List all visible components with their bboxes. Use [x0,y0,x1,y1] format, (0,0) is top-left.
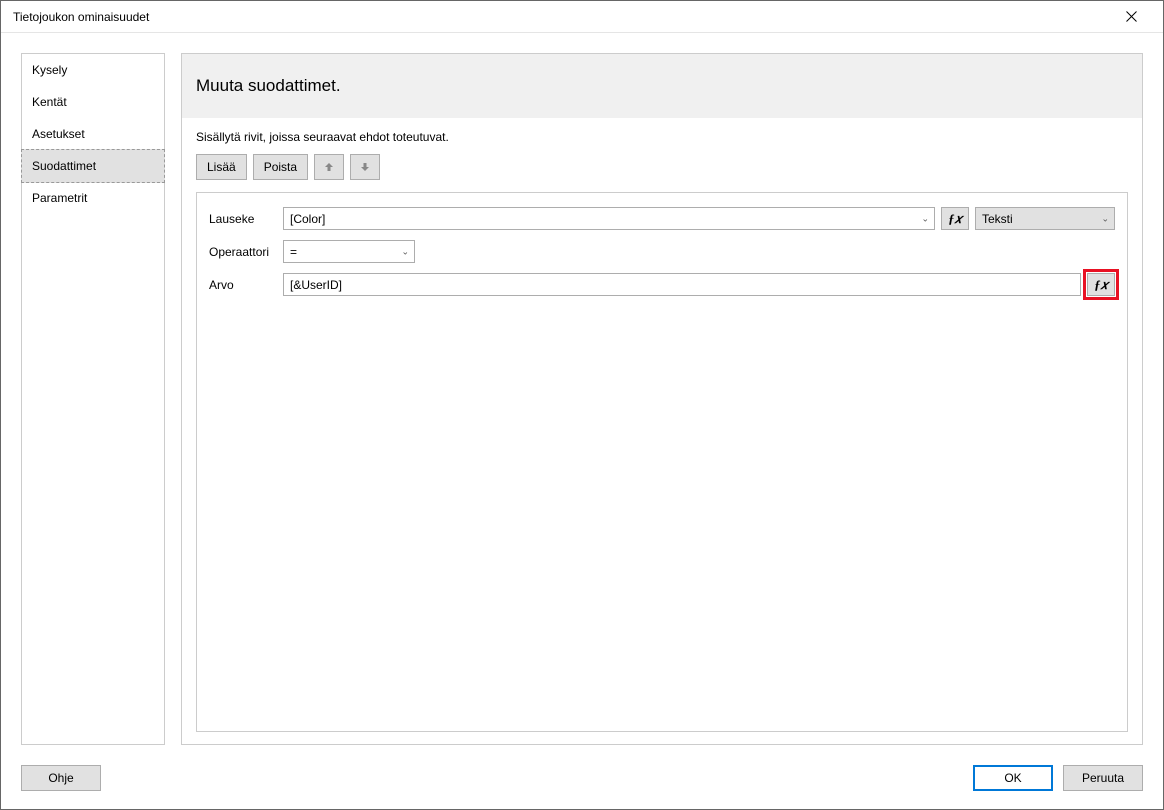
expression-row: Lauseke [Color] ⌄ ƒ𝑥 Teksti ⌄ [209,207,1115,230]
sidebar-item-filters[interactable]: Suodattimet [21,149,165,183]
expression-label: Lauseke [209,212,277,226]
cancel-button[interactable]: Peruuta [1063,765,1143,791]
operator-value: = [290,245,297,259]
help-button[interactable]: Ohje [21,765,101,791]
close-button[interactable] [1111,2,1151,32]
value-label: Arvo [209,278,277,292]
type-value: Teksti [982,212,1013,226]
arrow-down-icon [360,162,370,172]
dataset-properties-dialog: Tietojoukon ominaisuudet Kysely Kentät A… [0,0,1164,810]
chevron-down-icon: ⌄ [1101,213,1109,224]
move-up-button[interactable] [314,154,344,180]
expression-dropdown[interactable]: [Color] ⌄ [283,207,935,230]
operator-dropdown[interactable]: = ⌄ [283,240,415,263]
remove-button[interactable]: Poista [253,154,308,180]
sidebar-item-parameters[interactable]: Parametrit [22,182,164,214]
sidebar-item-fields[interactable]: Kentät [22,86,164,118]
chevron-down-icon: ⌄ [921,213,929,224]
sidebar-item-options[interactable]: Asetukset [22,118,164,150]
titlebar: Tietojoukon ominaisuudet [1,1,1163,33]
operator-row: Operaattori = ⌄ [209,240,1115,263]
value-fx-button[interactable]: ƒ𝑥 [1087,273,1115,296]
window-title: Tietojoukon ominaisuudet [13,10,1111,24]
filter-toolbar: Lisää Poista [196,154,1128,180]
move-down-button[interactable] [350,154,380,180]
filter-definition-panel: Lauseke [Color] ⌄ ƒ𝑥 Teksti ⌄ Operaattor… [196,192,1128,732]
sidebar: Kysely Kentät Asetukset Suodattimet Para… [21,53,165,745]
operator-label: Operaattori [209,245,277,259]
arrow-up-icon [324,162,334,172]
main-panel: Muuta suodattimet. Sisällytä rivit, jois… [181,53,1143,745]
sidebar-item-query[interactable]: Kysely [22,54,164,86]
expression-fx-button[interactable]: ƒ𝑥 [941,207,969,230]
value-row: Arvo ƒ𝑥 [209,273,1115,296]
type-dropdown[interactable]: Teksti ⌄ [975,207,1115,230]
instruction-text: Sisällytä rivit, joissa seuraavat ehdot … [196,130,1128,144]
page-heading: Muuta suodattimet. [182,54,1142,118]
chevron-down-icon: ⌄ [401,246,409,257]
dialog-footer: Ohje OK Peruuta [1,753,1163,809]
dialog-body: Kysely Kentät Asetukset Suodattimet Para… [1,33,1163,753]
ok-button[interactable]: OK [973,765,1053,791]
value-input[interactable] [283,273,1081,296]
add-button[interactable]: Lisää [196,154,247,180]
expression-value: [Color] [290,212,325,226]
main-content: Sisällytä rivit, joissa seuraavat ehdot … [182,118,1142,744]
